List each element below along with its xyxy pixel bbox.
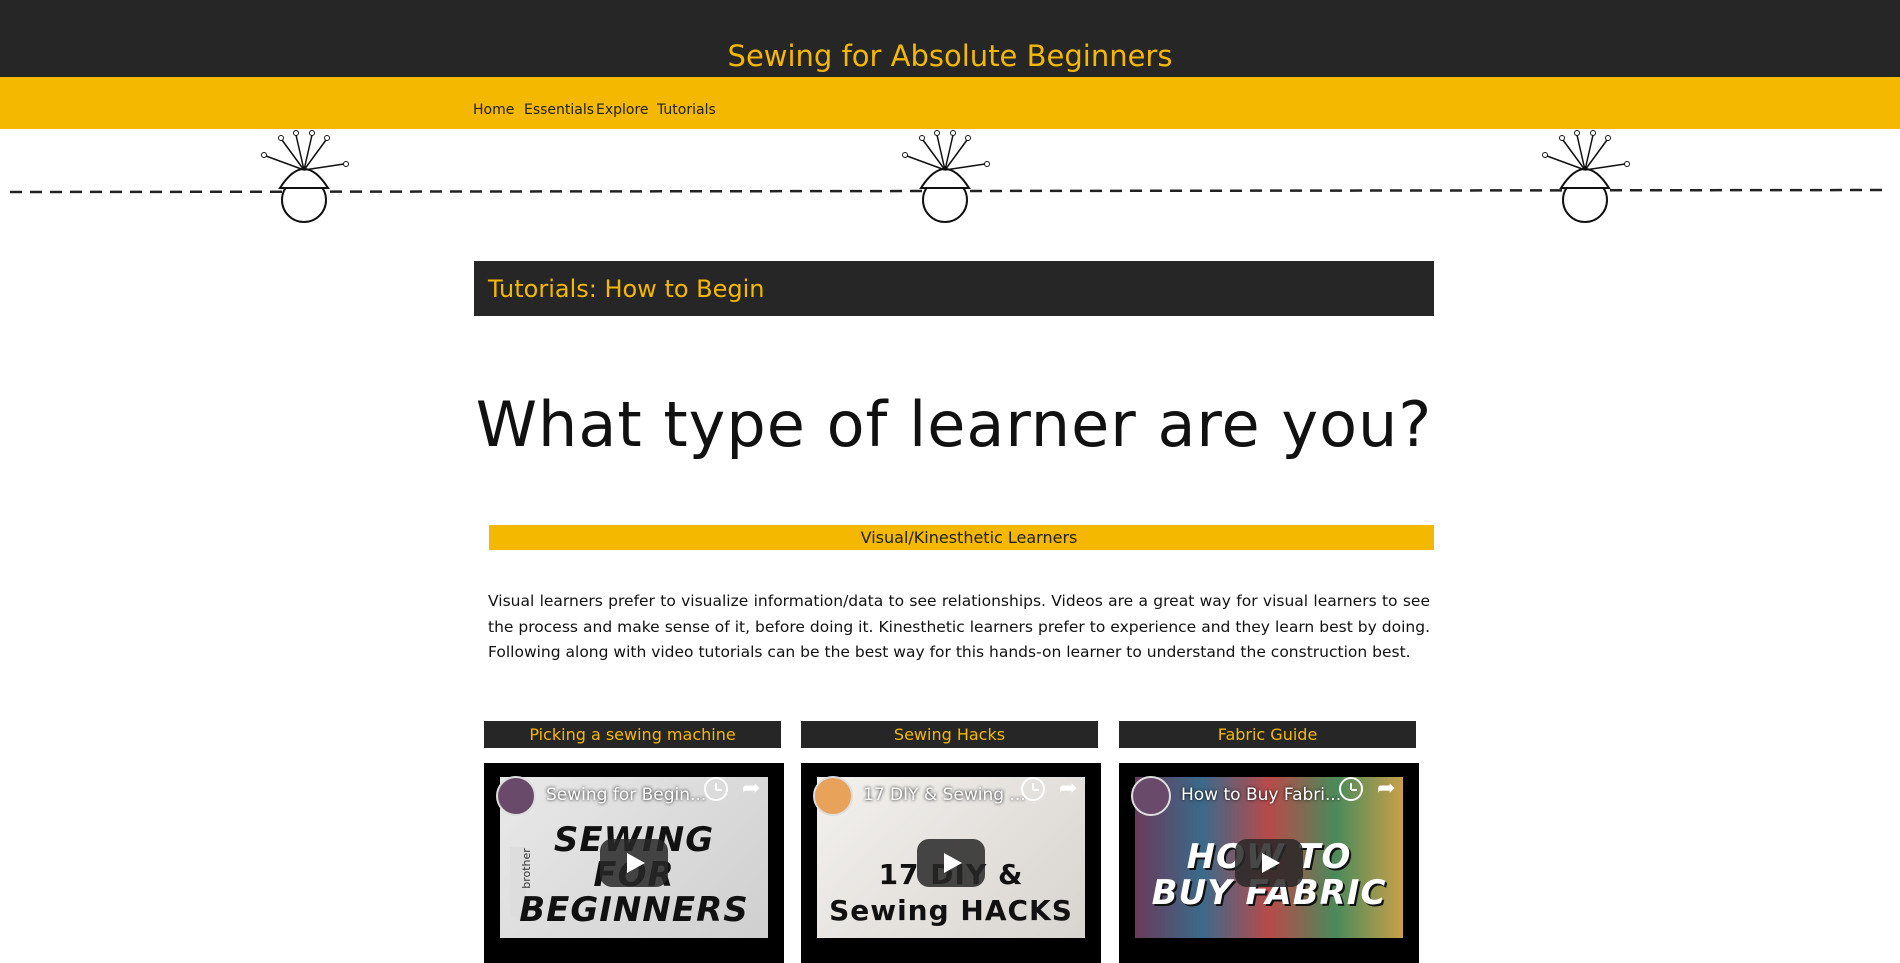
watch-later-icon[interactable] bbox=[1021, 777, 1045, 801]
section-title: Tutorials: How to Begin bbox=[488, 275, 765, 303]
nav-item-essentials[interactable]: Essentials bbox=[524, 101, 594, 119]
channel-avatar[interactable] bbox=[1131, 776, 1171, 816]
play-icon[interactable] bbox=[1235, 839, 1303, 887]
play-icon[interactable] bbox=[917, 839, 985, 887]
learner-type-label: Visual/Kinesthetic Learners bbox=[860, 528, 1078, 547]
share-icon[interactable]: ➦ bbox=[742, 778, 766, 800]
stitch-divider bbox=[9, 130, 1891, 223]
nav-item-home[interactable]: Home bbox=[473, 101, 514, 119]
thumbnail-text: BEGINNERS bbox=[519, 890, 749, 930]
main-nav bbox=[0, 77, 1900, 129]
site-title: Sewing for Absolute Beginners bbox=[727, 39, 1173, 73]
video-heading: Sewing Hacks bbox=[801, 721, 1098, 748]
video-heading: Fabric Guide bbox=[1119, 721, 1416, 748]
video-title[interactable]: Sewing for Begin... bbox=[546, 785, 706, 805]
channel-avatar[interactable] bbox=[496, 776, 536, 816]
video-heading: Picking a sewing machine bbox=[484, 721, 781, 748]
pin-cushion-icon bbox=[1542, 130, 1630, 223]
pin-cushion-icon bbox=[902, 130, 990, 223]
watch-later-icon[interactable] bbox=[704, 777, 728, 801]
learner-description: Visual learners prefer to visualize info… bbox=[488, 592, 1430, 661]
play-icon[interactable] bbox=[600, 839, 668, 887]
channel-avatar[interactable] bbox=[813, 776, 853, 816]
learner-heading: What type of learner are you? bbox=[475, 388, 1433, 461]
video-title[interactable]: 17 DIY & Sewing ... bbox=[863, 785, 1026, 805]
video-player[interactable]: 17 DIY & Sewing HACKS 17 DIY & Sewing ..… bbox=[801, 763, 1101, 963]
video-player[interactable]: brother SEWING FOR BEGINNERS Sewing for … bbox=[484, 763, 784, 963]
pin-cushion-icon bbox=[261, 130, 349, 223]
watch-later-icon[interactable] bbox=[1339, 777, 1363, 801]
share-icon[interactable]: ➦ bbox=[1059, 778, 1083, 800]
nav-item-explore[interactable]: Explore bbox=[596, 101, 649, 119]
nav-item-tutorials[interactable]: Tutorials bbox=[657, 101, 716, 119]
video-player[interactable]: HOW TO BUY FABRIC How to Buy Fabri... ➦ bbox=[1119, 763, 1419, 963]
share-icon[interactable]: ➦ bbox=[1377, 778, 1401, 800]
video-title[interactable]: How to Buy Fabri... bbox=[1181, 785, 1341, 805]
